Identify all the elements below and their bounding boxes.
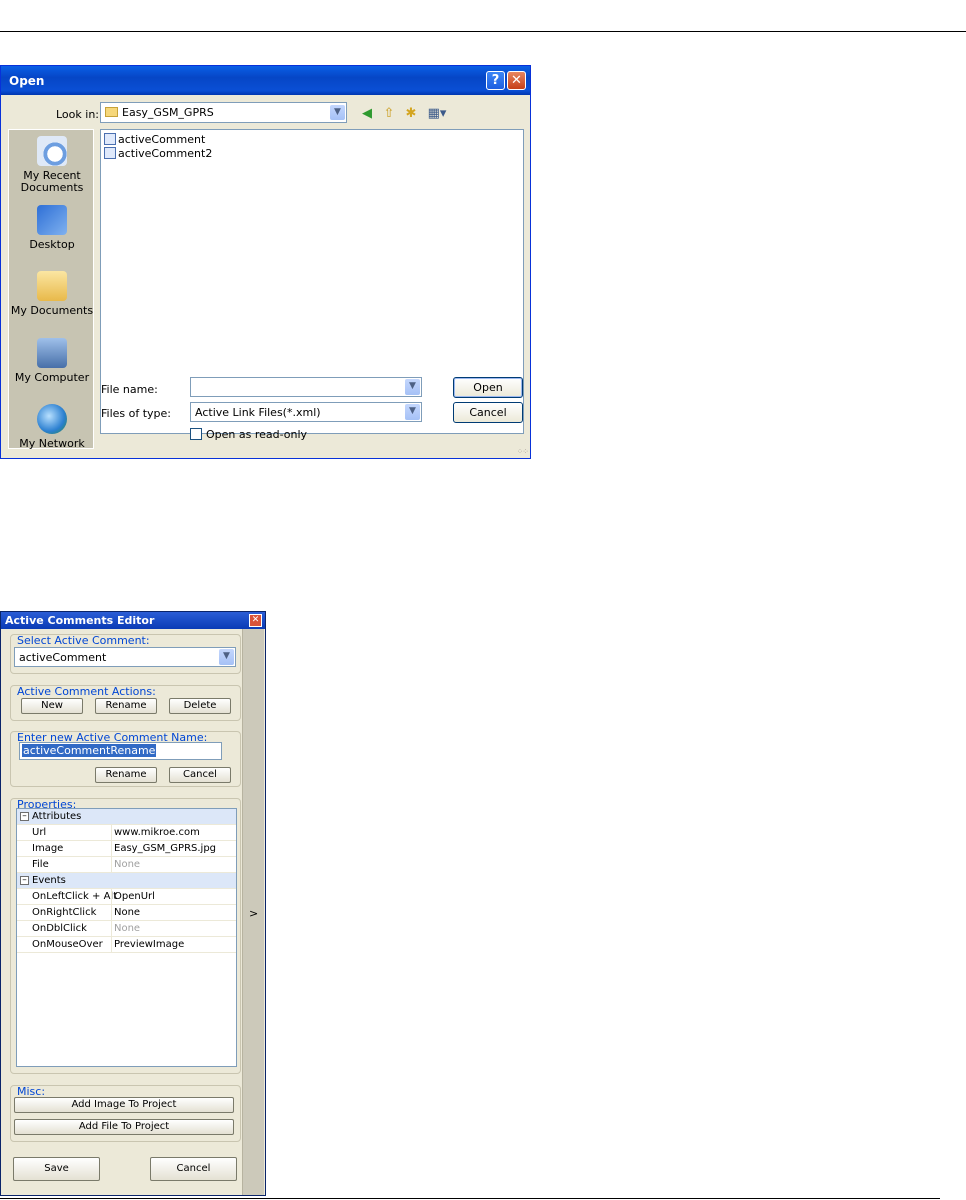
file-item[interactable]: activeComment2 [104,147,212,160]
top-rule [0,31,966,32]
my-documents-icon [37,271,67,301]
look-in-label: Look in: [56,108,99,121]
expand-arrow-icon[interactable]: > [249,907,258,920]
open-dialog-title: Open [9,74,45,88]
up-folder-icon[interactable]: ⇧ [381,106,397,122]
look-in-combo[interactable]: Easy_GSM_GPRS ▼ [100,102,347,123]
place-desktop[interactable]: Desktop [9,205,95,251]
rename-cancel-button[interactable]: Cancel [169,767,231,783]
active-comment-dropdown-icon[interactable]: ▼ [219,649,234,665]
select-comment-group-label: Select Active Comment: [17,634,150,647]
view-menu-icon[interactable]: ▦▾ [426,106,448,122]
my-computer-icon [37,338,67,368]
property-category-events[interactable]: – Events [17,873,236,889]
files-of-type-value: Active Link Files(*.xml) [195,406,321,419]
file-name-dropdown-icon[interactable]: ▼ [405,379,420,395]
recent-documents-icon [37,136,67,166]
property-row[interactable]: OnLeftClick + Alt OpenUrl [17,889,236,905]
files-of-type-dropdown-icon[interactable]: ▼ [405,404,420,420]
property-category-attributes[interactable]: – Attributes [17,809,236,825]
open-dialog-titlebar[interactable]: Open ? ✕ [1,66,530,95]
property-row[interactable]: OnMouseOver PreviewImage [17,937,236,953]
desktop-icon [37,205,67,235]
delete-button[interactable]: Delete [169,698,231,714]
new-name-input[interactable]: activeCommentRename [19,742,222,760]
add-file-button[interactable]: Add File To Project [14,1119,234,1135]
property-row[interactable]: OnRightClick None [17,905,236,921]
look-in-value: Easy_GSM_GPRS [122,106,214,119]
save-button[interactable]: Save [13,1157,100,1181]
add-image-button[interactable]: Add Image To Project [14,1097,234,1113]
close-button[interactable]: ✕ [507,71,526,90]
my-network-icon [37,404,67,434]
property-row[interactable]: Url www.mikroe.com [17,825,236,841]
collapse-icon[interactable]: – [20,812,29,821]
actions-group-label: Active Comment Actions: [17,685,156,698]
place-my-network[interactable]: My Network [9,404,95,450]
misc-group: Misc: Add Image To Project Add File To P… [10,1085,241,1142]
property-row[interactable]: File None [17,857,236,873]
editor-title: Active Comments Editor [5,614,155,627]
editor-cancel-button[interactable]: Cancel [150,1157,237,1181]
active-comment-select-value: activeComment [19,651,107,664]
open-button[interactable]: Open [453,377,523,398]
property-row[interactable]: OnDblClick None [17,921,236,937]
select-comment-group: Select Active Comment: activeComment ▼ [10,634,241,674]
editor-titlebar[interactable]: Active Comments Editor ✕ [1,612,265,629]
open-dialog: Open ? ✕ Look in: Easy_GSM_GPRS ▼ ◀ ⇧ ✱ … [0,65,531,459]
property-row[interactable]: Image Easy_GSM_GPRS.jpg [17,841,236,857]
read-only-checkbox[interactable] [190,428,202,440]
folder-icon [105,107,118,117]
rename-button[interactable]: Rename [95,698,157,714]
active-comment-select[interactable]: activeComment ▼ [14,647,236,667]
resize-grip[interactable]: ⁘⁘ [517,447,529,456]
place-recent-documents[interactable]: My Recent Documents [9,136,95,194]
files-of-type-combo[interactable]: Active Link Files(*.xml) ▼ [190,402,422,422]
files-of-type-label: Files of type: [101,407,172,420]
look-in-dropdown-icon[interactable]: ▼ [330,105,345,120]
xml-file-icon [104,133,116,145]
collapse-icon[interactable]: – [20,876,29,885]
property-grid[interactable]: – Attributes Url www.mikroe.com Image Ea… [16,808,237,1067]
back-icon[interactable]: ◀ [359,106,375,122]
file-name-label: File name: [101,383,158,396]
new-folder-icon[interactable]: ✱ [403,106,419,122]
bottom-rule [0,1198,940,1199]
xml-file-icon [104,147,116,159]
file-item[interactable]: activeComment [104,133,205,146]
new-name-input-value: activeCommentRename [22,744,157,757]
actions-group: Active Comment Actions: New Rename Delet… [10,685,241,721]
help-button[interactable]: ? [486,71,505,90]
active-comments-editor: Active Comments Editor ✕ Select Active C… [0,611,266,1196]
place-my-documents[interactable]: My Documents [9,271,95,317]
editor-close-button[interactable]: ✕ [249,614,262,627]
place-my-computer[interactable]: My Computer [9,338,95,384]
collapsible-side-panel[interactable]: > [242,629,264,1195]
new-name-group: Enter new Active Comment Name: activeCom… [10,731,241,787]
cancel-button[interactable]: Cancel [453,402,523,423]
rename-confirm-button[interactable]: Rename [95,767,157,783]
read-only-label: Open as read-only [206,428,308,441]
file-name-combo[interactable]: ▼ [190,377,422,397]
places-bar: My Recent Documents Desktop My Documents… [8,129,95,450]
new-button[interactable]: New [21,698,83,714]
